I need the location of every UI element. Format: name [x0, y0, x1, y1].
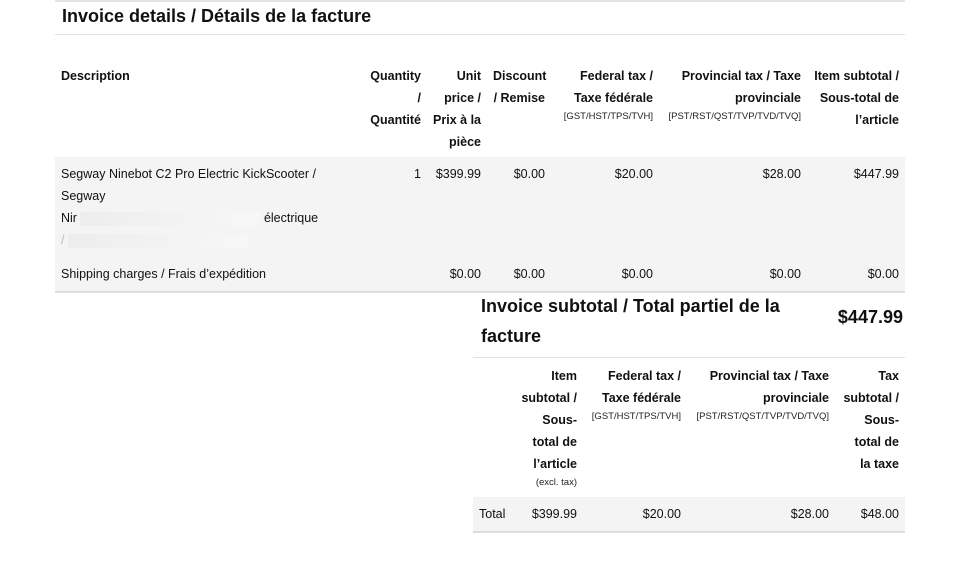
row-federal-tax: $0.00 [551, 257, 659, 293]
row-description: Shipping charges / Frais d’expédition [55, 257, 361, 293]
row-description-line2-start: Nir [61, 211, 77, 225]
tax-header-federal-tax-sub: [GST/HST/TPS/TVH] [591, 411, 681, 422]
tax-total-federal-tax: $20.00 [583, 497, 687, 533]
tax-header-provincial-tax-sub: [PST/RST/QST/TVP/TVD/TVQ] [696, 411, 830, 422]
page-title: Invoice details / Détails de la facture [62, 6, 372, 26]
tax-header-item-subtotal-label: Item subtotal / Sous-total de l’article [521, 369, 577, 471]
row-discount: $0.00 [487, 257, 551, 293]
header-federal-tax-label: Federal tax / Taxe fédérale [574, 69, 653, 105]
header-federal-tax: Federal tax / Taxe fédérale [GST/HST/TPS… [551, 63, 659, 157]
tax-total-item-subtotal: $399.99 [515, 497, 583, 533]
top-divider [55, 0, 905, 2]
tax-header-provincial-tax: Provincial tax / Taxe provinciale [PST/R… [687, 363, 835, 497]
redacted-text [67, 233, 248, 248]
tax-header-item-subtotal: Item subtotal / Sous-total de l’article … [515, 363, 583, 497]
row-description: Segway Ninebot C2 Pro Electric KickScoot… [55, 157, 361, 257]
items-header-row: Description Quantity / Quantité Unit pri… [55, 63, 905, 157]
row-quantity [361, 257, 427, 293]
row-unit-price: $0.00 [427, 257, 487, 293]
tax-header-tax-subtotal: Tax subtotal / Sous-total de la taxe [843, 369, 899, 471]
redacted-text [80, 211, 261, 226]
row-unit-price: $399.99 [427, 157, 487, 257]
row-description-line2-end: électrique [263, 211, 319, 225]
title-divider [55, 34, 905, 35]
tax-total-row: Total $399.99 $20.00 $28.00 $48.00 [473, 497, 905, 533]
invoice-page: Invoice details / Détails de la facture … [0, 0, 960, 580]
tax-header-provincial-tax-label: Provincial tax / Taxe provinciale [709, 369, 829, 405]
header-description: Description [61, 69, 130, 83]
invoice-subtotal-value: $447.99 [837, 307, 903, 327]
items-table: Description Quantity / Quantité Unit pri… [55, 63, 905, 293]
row-item-subtotal: $447.99 [807, 157, 905, 257]
tax-total-label: Total [473, 497, 515, 533]
header-federal-tax-sub: [GST/HST/TPS/TVH] [563, 111, 653, 122]
header-provincial-tax-label: Provincial tax / Taxe provinciale [681, 69, 801, 105]
tax-total-tax-subtotal: $48.00 [835, 497, 905, 533]
header-unit-price: Unit price / Prix à la pièce [433, 69, 481, 149]
row-description-line1: Segway Ninebot C2 Pro Electric KickScoot… [61, 167, 316, 203]
row-provincial-tax: $28.00 [659, 157, 807, 257]
row-description-line3: / [61, 233, 65, 247]
table-row: Shipping charges / Frais d’expédition $0… [55, 257, 905, 293]
row-item-subtotal: $0.00 [807, 257, 905, 293]
invoice-subtotal-label: Invoice subtotal / Total partiel de la f… [481, 296, 780, 346]
row-quantity: 1 [361, 157, 427, 257]
subtotal-divider [473, 357, 905, 358]
header-discount: Discount / Remise [493, 69, 547, 105]
row-provincial-tax: $0.00 [659, 257, 807, 293]
header-item-subtotal: Item subtotal / Sous-total de l’article [814, 69, 899, 127]
tax-header-blank [473, 363, 515, 497]
table-row: Segway Ninebot C2 Pro Electric KickScoot… [55, 157, 905, 257]
header-provincial-tax-sub: [PST/RST/QST/TVP/TVD/TVQ] [668, 111, 802, 122]
header-quantity: Quantity / Quantité [370, 69, 421, 127]
tax-header-row: Item subtotal / Sous-total de l’article … [473, 363, 905, 497]
row-federal-tax: $20.00 [551, 157, 659, 257]
tax-total-provincial-tax: $28.00 [687, 497, 835, 533]
header-provincial-tax: Provincial tax / Taxe provinciale [PST/R… [659, 63, 807, 157]
tax-header-item-subtotal-sub: (excl. tax) [535, 477, 577, 488]
row-discount: $0.00 [487, 157, 551, 257]
tax-header-federal-tax: Federal tax / Taxe fédérale [GST/HST/TPS… [583, 363, 687, 497]
tax-header-federal-tax-label: Federal tax / Taxe fédérale [602, 369, 681, 405]
tax-summary-table: Item subtotal / Sous-total de l’article … [473, 363, 905, 533]
